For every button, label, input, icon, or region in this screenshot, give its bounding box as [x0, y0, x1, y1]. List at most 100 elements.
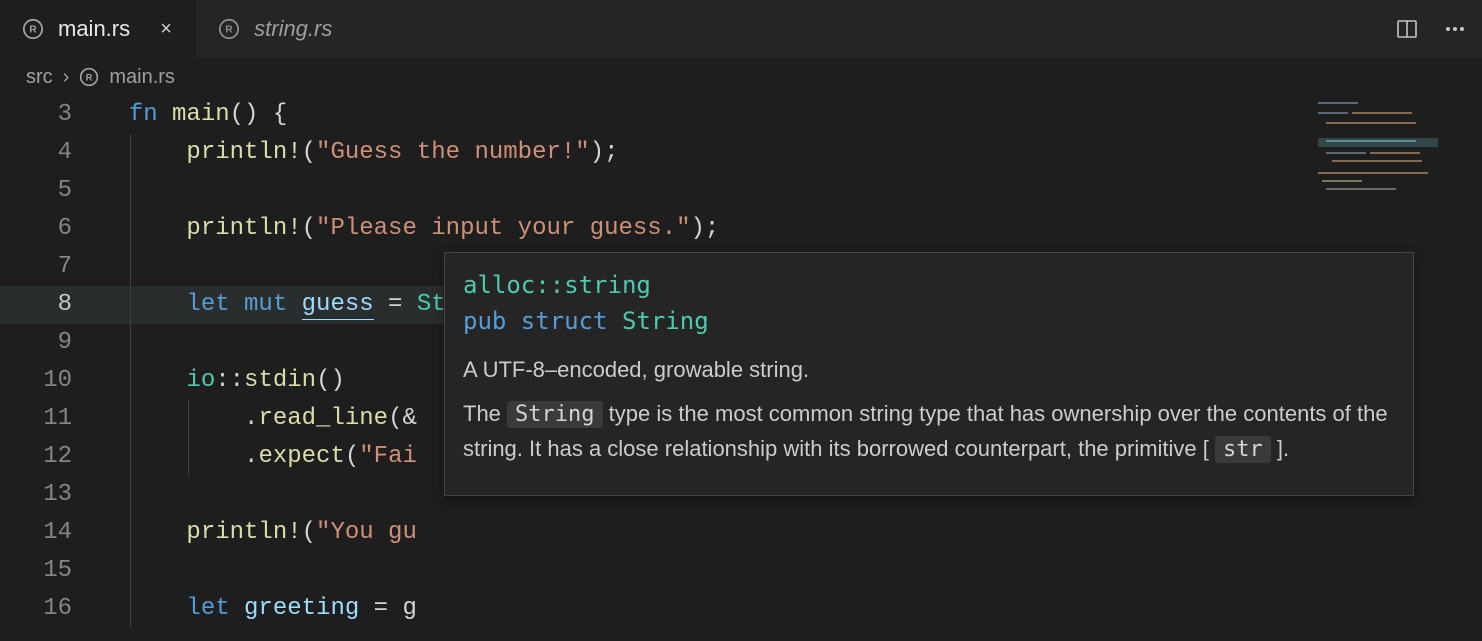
line-number: 14	[0, 514, 100, 552]
close-icon[interactable]: ×	[154, 18, 178, 41]
hover-tooltip[interactable]: alloc::string pub struct String A UTF-8–…	[444, 252, 1414, 496]
code-content[interactable]: let greeting = g	[100, 590, 417, 628]
token-fn: expect	[258, 443, 344, 470]
line-number: 16	[0, 590, 100, 628]
code-content[interactable]: io::stdin()	[100, 362, 345, 400]
token-fn: println!	[186, 139, 301, 166]
line-number: 11	[0, 400, 100, 438]
line-number: 4	[0, 134, 100, 172]
token-punc: );	[691, 215, 720, 242]
breadcrumb-folder[interactable]: src	[26, 66, 53, 89]
line-number: 6	[0, 210, 100, 248]
indent-guide	[130, 324, 131, 362]
indent-guide	[130, 552, 131, 590]
token-str: "Guess the number!"	[316, 139, 590, 166]
indent-guide	[130, 134, 131, 172]
breadcrumb[interactable]: src › R main.rs	[0, 58, 1482, 96]
indent-guide	[130, 590, 131, 628]
code-line[interactable]: 14 println!("You gu	[0, 514, 1482, 552]
indent-guide	[130, 172, 131, 210]
token-punc: );	[590, 139, 619, 166]
svg-text:R: R	[29, 25, 37, 36]
token-ns: io	[186, 367, 215, 394]
line-number: 5	[0, 172, 100, 210]
tab-string-rs[interactable]: R string.rs	[196, 0, 350, 58]
token-var_u: guess	[302, 291, 374, 320]
chevron-right-icon: ›	[63, 66, 70, 89]
token-kw: let	[186, 595, 244, 622]
hover-signature: alloc::string pub struct String	[463, 267, 1395, 339]
indent-guide	[130, 514, 131, 552]
code-content[interactable]	[100, 552, 186, 590]
split-editor-icon[interactable]	[1392, 14, 1422, 44]
indent-guide	[188, 438, 189, 476]
line-number: 8	[0, 286, 100, 324]
code-content[interactable]: .expect("Fai	[100, 438, 417, 476]
token-fn: println!	[186, 519, 301, 546]
code-content[interactable]: .read_line(&	[100, 400, 417, 438]
token-punc: (	[302, 139, 316, 166]
token-str: "Please input your guess."	[316, 215, 690, 242]
code-content[interactable]	[100, 248, 186, 286]
rust-icon: R	[22, 18, 44, 40]
tab-label: string.rs	[254, 16, 332, 42]
token-punc: ()	[230, 101, 273, 128]
code-content[interactable]: fn main() {	[100, 96, 287, 134]
svg-text:R: R	[225, 25, 233, 36]
code-content[interactable]	[100, 476, 186, 514]
indent-guide	[130, 476, 131, 514]
line-number: 9	[0, 324, 100, 362]
token-fn: stdin	[244, 367, 316, 394]
line-number: 15	[0, 552, 100, 590]
token-punc: .	[244, 443, 258, 470]
tab-main-rs[interactable]: R main.rs ×	[0, 0, 196, 58]
token-var: greeting	[244, 595, 359, 622]
code-content[interactable]	[100, 324, 186, 362]
rust-icon: R	[218, 18, 240, 40]
token-fn: read_line	[258, 405, 388, 432]
indent-guide	[130, 286, 131, 324]
code-line[interactable]: 15	[0, 552, 1482, 590]
token-kw: mut	[244, 291, 302, 318]
token-punc: =	[374, 291, 417, 318]
code-line[interactable]: 5	[0, 172, 1482, 210]
code-content[interactable]: println!("Guess the number!");	[100, 134, 619, 172]
line-number: 12	[0, 438, 100, 476]
hover-decl-type: String	[622, 307, 709, 335]
breadcrumb-file[interactable]: main.rs	[109, 66, 175, 89]
hover-code: String	[507, 401, 602, 428]
hover-description: A UTF-8–encoded, growable string. The St…	[463, 353, 1395, 467]
token-punc: (&	[388, 405, 417, 432]
hover-body: The String type is the most common strin…	[463, 397, 1395, 467]
code-content[interactable]: println!("You gu	[100, 514, 417, 552]
more-actions-icon[interactable]	[1440, 14, 1470, 44]
token-punc: (	[302, 215, 316, 242]
code-content[interactable]	[100, 172, 186, 210]
tab-bar: R main.rs × R string.rs	[0, 0, 1482, 58]
token-punc: (	[302, 519, 316, 546]
indent-guide	[130, 362, 131, 400]
token-str: "You gu	[316, 519, 417, 546]
code-line[interactable]: 6 println!("Please input your guess.");	[0, 210, 1482, 248]
line-number: 3	[0, 96, 100, 134]
indent-guide	[188, 400, 189, 438]
token-punc: .	[244, 405, 258, 432]
code-line[interactable]: 16 let greeting = g	[0, 590, 1482, 628]
code-line[interactable]: 3 fn main() {	[0, 96, 1482, 134]
token-kw: let	[186, 291, 244, 318]
line-number: 7	[0, 248, 100, 286]
indent-guide	[130, 400, 131, 438]
token-punc: ()	[316, 367, 345, 394]
hover-decl-kw: pub struct	[463, 307, 608, 335]
token-fn: println!	[186, 215, 301, 242]
code-content[interactable]: println!("Please input your guess.");	[100, 210, 719, 248]
line-number: 13	[0, 476, 100, 514]
code-line[interactable]: 4 println!("Guess the number!");	[0, 134, 1482, 172]
token-punc: = g	[359, 595, 417, 622]
token-kw: fn	[129, 101, 172, 128]
indent-guide	[130, 248, 131, 286]
svg-text:R: R	[86, 72, 93, 82]
rust-icon: R	[79, 67, 99, 87]
hover-summary: A UTF-8–encoded, growable string.	[463, 353, 1395, 387]
token-punc: ::	[215, 367, 244, 394]
